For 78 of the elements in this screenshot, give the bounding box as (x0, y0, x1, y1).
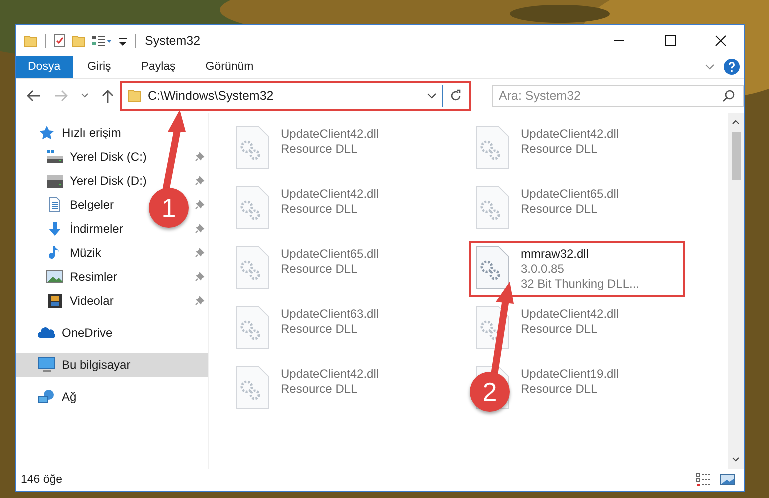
folder-icon (128, 89, 142, 103)
pin-icon[interactable] (195, 152, 205, 162)
sidebar-item[interactable]: Yerel Disk (C:) (70, 150, 147, 164)
window-title: System32 (145, 34, 201, 48)
dll-file-icon (235, 365, 271, 411)
file-name[interactable]: UpdateClient65.dll (521, 186, 620, 202)
ribbon-tab[interactable]: Paylaş (126, 56, 191, 78)
video-icon (46, 293, 64, 309)
file-detail: Resource DLL (521, 382, 599, 397)
dll-file-icon (235, 305, 271, 351)
up-icon[interactable] (101, 88, 115, 104)
file-detail: Resource DLL (521, 322, 599, 337)
details-view-icon[interactable] (696, 473, 712, 487)
search-icon (722, 89, 736, 103)
ribbon-tab[interactable]: Dosya (16, 56, 73, 78)
item-count: 146 öğe (21, 474, 63, 486)
dll-file-icon (475, 185, 511, 231)
sidebar-item[interactable]: Belgeler (70, 198, 114, 212)
sidebar-item[interactable]: Videolar (70, 294, 114, 308)
ribbon-tab[interactable]: Görünüm (190, 56, 269, 78)
file-detail: Resource DLL (281, 202, 359, 217)
file-detail: 32 Bit Thunking DLL... (521, 277, 640, 292)
file-detail: Resource DLL (281, 142, 359, 157)
address-field[interactable]: C:\Windows\System32 (124, 85, 443, 107)
back-icon[interactable] (26, 88, 42, 104)
pin-icon[interactable] (195, 296, 205, 306)
pictures-icon (46, 269, 64, 285)
view-options-icon[interactable] (91, 34, 113, 48)
dll-file-icon (235, 245, 271, 291)
file-name[interactable]: UpdateClient42.dll (521, 126, 620, 142)
sidebar-item[interactable]: Hızlı erişim (62, 126, 122, 140)
pin-icon[interactable] (195, 200, 205, 210)
dll-file-icon (475, 125, 511, 171)
large-icons-view-icon[interactable] (720, 473, 736, 487)
sidebar-item[interactable]: Müzik (70, 246, 102, 260)
sidebar-item[interactable]: Resimler (70, 270, 118, 284)
search-field[interactable]: Ara: System32 (492, 85, 744, 107)
file-name[interactable]: UpdateClient42.dll (281, 126, 380, 142)
sidebar-item[interactable]: Bu bilgisayar (16, 353, 208, 377)
ribbon-tab[interactable]: Giriş (72, 56, 126, 78)
file-name[interactable]: UpdateClient42.dll (281, 186, 380, 202)
dll-file-icon (475, 245, 511, 291)
drive-icon (46, 173, 64, 189)
pin-icon[interactable] (195, 224, 205, 234)
file-name[interactable]: UpdateClient19.dll (521, 366, 620, 382)
computer-icon (38, 357, 56, 373)
address-path: C:\Windows\System32 (148, 89, 274, 103)
properties-icon[interactable] (53, 34, 67, 48)
file-detail: Resource DLL (521, 202, 599, 217)
dll-file-icon (235, 185, 271, 231)
file-detail: Resource DLL (281, 382, 359, 397)
file-name[interactable]: UpdateClient42.dll (281, 366, 380, 382)
file-detail: Resource DLL (281, 322, 359, 337)
file-detail: Resource DLL (281, 262, 359, 277)
sidebar-item[interactable]: Ağ (62, 390, 77, 404)
sidebar-item[interactable]: İndirmeler (70, 222, 124, 236)
pin-icon[interactable] (195, 272, 205, 282)
file-detail: 3.0.0.85 (521, 262, 566, 277)
file-name[interactable]: UpdateClient65.dll (281, 246, 380, 262)
file-name[interactable]: mmraw32.dll (521, 246, 640, 262)
file-name[interactable]: UpdateClient63.dll (281, 306, 380, 322)
dll-file-icon (235, 125, 271, 171)
network-icon (38, 389, 56, 405)
pin-icon[interactable] (195, 248, 205, 258)
sidebar-item[interactable]: OneDrive (62, 326, 113, 340)
scrollbar[interactable] (728, 113, 744, 469)
scroll-thumb[interactable] (732, 132, 740, 180)
star-icon (38, 125, 56, 141)
download-icon (46, 221, 64, 237)
cloud-icon (38, 325, 56, 341)
sidebar-item[interactable]: Yerel Disk (D:) (70, 174, 147, 188)
pin-icon[interactable] (195, 176, 205, 186)
help-icon[interactable] (724, 59, 740, 75)
file-detail: Resource DLL (521, 142, 599, 157)
file-name[interactable]: UpdateClient42.dll (521, 306, 620, 322)
sidebar-label: Bu bilgisayar (62, 358, 131, 372)
dll-file-icon (475, 305, 511, 351)
drive-c-icon (46, 149, 64, 165)
